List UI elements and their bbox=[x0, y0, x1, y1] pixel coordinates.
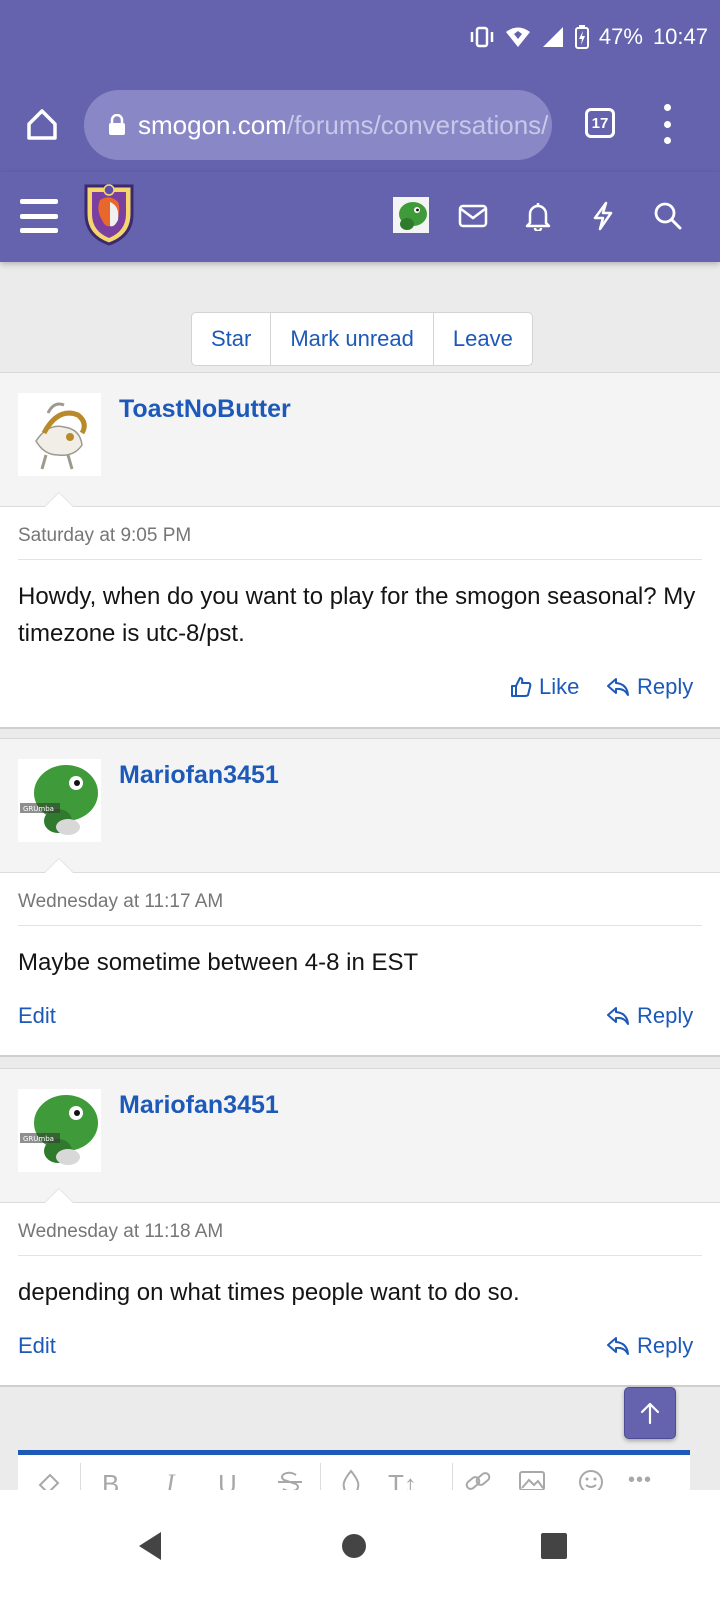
avatar[interactable] bbox=[18, 393, 101, 476]
android-nav-bar bbox=[0, 1490, 720, 1600]
clock: 10:47 bbox=[652, 24, 708, 49]
message-header: ToastNoButter bbox=[0, 373, 720, 507]
url-domain: smogon.com bbox=[138, 109, 287, 140]
username[interactable]: Mariofan3451 bbox=[119, 761, 279, 790]
reply-icon bbox=[607, 1007, 629, 1025]
conversation-actions: Star Mark unread Leave bbox=[191, 312, 533, 366]
vibrate-icon bbox=[469, 26, 495, 48]
status-bar: 47% 10:47 bbox=[469, 20, 708, 54]
battery-percent: 47% bbox=[598, 24, 643, 49]
battery-charging-icon bbox=[574, 25, 589, 49]
arrow-up-icon bbox=[640, 1402, 660, 1425]
message-text: depending on what times people want to d… bbox=[18, 1279, 520, 1306]
reply-icon bbox=[607, 678, 629, 696]
reply-button[interactable]: Reply bbox=[606, 1333, 693, 1359]
site-logo[interactable] bbox=[80, 180, 138, 246]
browser-chrome: 47% 10:47 smogon.com/forums/conversation… bbox=[0, 0, 720, 172]
envelope-icon[interactable] bbox=[457, 200, 489, 232]
message-time[interactable]: Wednesday at 11:17 AM bbox=[18, 873, 702, 926]
url-path: /forums/conversations/ bbox=[286, 109, 549, 140]
reply-label: Reply bbox=[637, 674, 694, 699]
back-icon[interactable] bbox=[128, 1524, 172, 1568]
message-header: GRUmba Mariofan3451 bbox=[0, 1069, 720, 1203]
lightning-icon[interactable] bbox=[587, 200, 619, 232]
reply-button[interactable]: Reply bbox=[606, 674, 693, 700]
address-bar[interactable]: smogon.com/forums/conversations/ bbox=[84, 90, 552, 160]
reply-button[interactable]: Reply bbox=[606, 1003, 693, 1029]
bell-icon[interactable] bbox=[522, 200, 554, 232]
reply-label: Reply bbox=[637, 1003, 694, 1028]
username[interactable]: ToastNoButter bbox=[119, 395, 291, 424]
home-circle-icon[interactable] bbox=[332, 1524, 376, 1568]
edit-button[interactable]: Edit bbox=[18, 1003, 56, 1029]
edit-label: Edit bbox=[18, 1333, 56, 1358]
message-pointer bbox=[44, 492, 74, 507]
hamburger-menu-icon[interactable] bbox=[20, 196, 58, 236]
site-nav bbox=[0, 172, 720, 262]
message-time[interactable]: Wednesday at 11:18 AM bbox=[18, 1203, 702, 1256]
star-button[interactable]: Star bbox=[192, 313, 272, 365]
scroll-top-button[interactable] bbox=[624, 1387, 676, 1439]
signal-icon bbox=[541, 26, 565, 48]
wifi-icon bbox=[505, 26, 531, 48]
tab-count: 17 bbox=[591, 114, 609, 132]
message-text: Maybe sometime between 4-8 in EST bbox=[18, 949, 419, 976]
leave-button[interactable]: Leave bbox=[434, 313, 532, 365]
recents-icon[interactable] bbox=[532, 1524, 576, 1568]
user-avatar[interactable] bbox=[393, 197, 429, 233]
search-icon[interactable] bbox=[652, 200, 684, 232]
message-pointer bbox=[44, 858, 74, 873]
message-footer: Edit Reply bbox=[18, 981, 702, 1053]
message-header: GRUmba Mariofan3451 bbox=[0, 739, 720, 873]
url-text: smogon.com/forums/conversations/ bbox=[138, 110, 548, 141]
message: GRUmba Mariofan3451 Wednesday at 11:18 A… bbox=[0, 1068, 720, 1387]
lock-icon bbox=[108, 114, 126, 136]
more-options-button[interactable]: ••• bbox=[628, 1469, 652, 1492]
avatar-caption: GRUmba bbox=[23, 805, 54, 813]
more-vert-icon[interactable] bbox=[657, 104, 677, 144]
edit-button[interactable]: Edit bbox=[18, 1333, 56, 1359]
avatar[interactable]: GRUmba bbox=[18, 759, 101, 842]
message-footer: Edit Reply bbox=[18, 1311, 702, 1383]
reply-label: Reply bbox=[637, 1333, 694, 1358]
reply-editor[interactable]: B I U T↕ ••• bbox=[18, 1450, 690, 1495]
like-label: Like bbox=[539, 674, 580, 699]
message-pointer bbox=[44, 1188, 74, 1203]
thumbs-up-icon bbox=[511, 677, 532, 697]
username[interactable]: Mariofan3451 bbox=[119, 1091, 279, 1120]
message-time[interactable]: Saturday at 9:05 PM bbox=[18, 507, 702, 560]
tabs-icon[interactable]: 17 bbox=[585, 108, 615, 138]
message: ToastNoButter Saturday at 9:05 PM Howdy,… bbox=[0, 372, 720, 729]
reply-icon bbox=[607, 1337, 629, 1355]
message-footer: Like Reply bbox=[18, 652, 702, 724]
edit-label: Edit bbox=[18, 1003, 56, 1028]
message: GRUmba Mariofan3451 Wednesday at 11:17 A… bbox=[0, 738, 720, 1057]
mark-unread-button[interactable]: Mark unread bbox=[271, 313, 434, 365]
avatar[interactable]: GRUmba bbox=[18, 1089, 101, 1172]
like-button[interactable]: Like bbox=[510, 674, 579, 700]
home-icon[interactable] bbox=[20, 102, 64, 146]
avatar-caption: GRUmba bbox=[23, 1135, 54, 1143]
message-text: Howdy, when do you want to play for the … bbox=[18, 583, 696, 647]
